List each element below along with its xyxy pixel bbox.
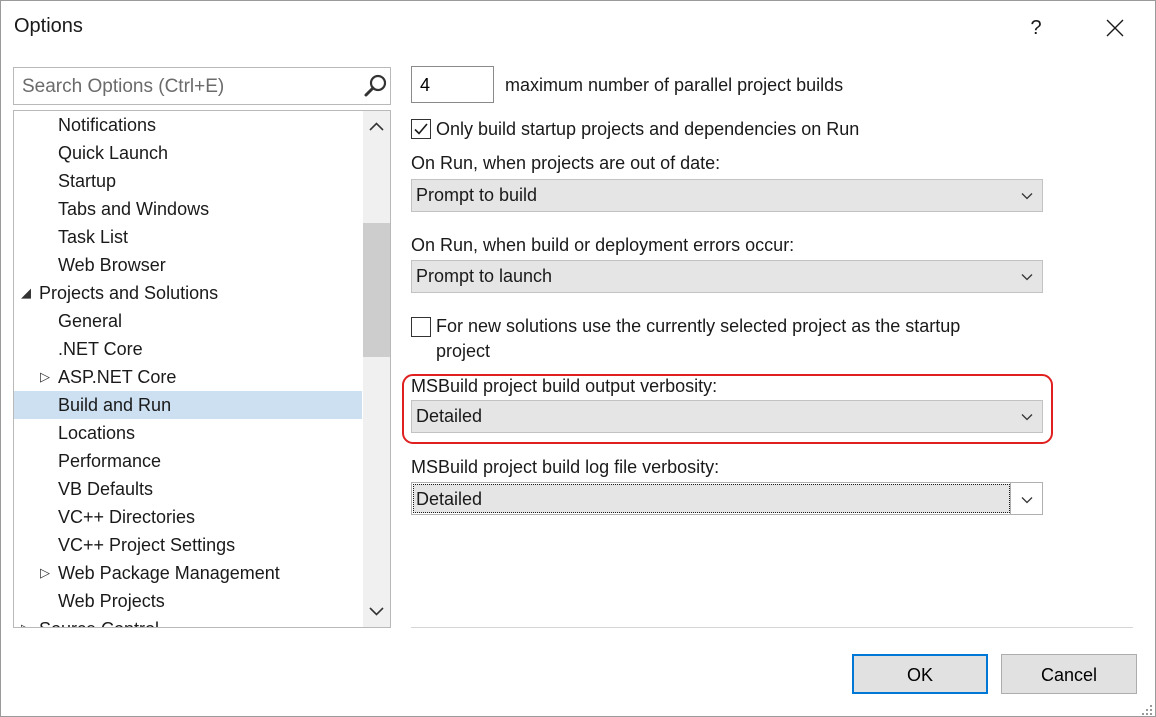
tree-item-label: Notifications: [58, 115, 157, 135]
scroll-up-arrow-icon[interactable]: [363, 115, 390, 139]
only-build-startup-label[interactable]: Only build startup projects and dependen…: [436, 119, 859, 140]
tree-item-label: Quick Launch: [58, 143, 169, 163]
help-button[interactable]: ?: [1019, 11, 1053, 45]
tree-item[interactable]: Quick Launch: [14, 139, 362, 167]
tree-item[interactable]: Tabs and Windows: [14, 195, 362, 223]
tree-item-label: Web Projects: [58, 591, 165, 611]
footer-divider: [411, 627, 1133, 628]
search-input[interactable]: [20, 73, 354, 101]
ok-button[interactable]: OK: [852, 654, 988, 694]
parallel-builds-label: maximum number of parallel project build…: [505, 75, 844, 95]
tree-item[interactable]: VB Defaults: [14, 475, 362, 503]
tree-item-label: Web Browser: [58, 255, 166, 275]
tree-item[interactable]: General: [14, 307, 362, 335]
tree-item[interactable]: ▷ ASP.NET Core: [14, 363, 362, 391]
tree-item[interactable]: Web Browser: [14, 251, 362, 279]
expanded-arrow-icon[interactable]: ◢: [21, 279, 31, 307]
search-icon[interactable]: [362, 72, 390, 100]
tree-item[interactable]: Startup: [14, 167, 362, 195]
parallel-builds-input[interactable]: [411, 66, 494, 103]
options-tree[interactable]: Notifications Quick Launch Startup Tabs and…: [13, 110, 391, 628]
title-bar: Options ?: [1, 1, 1155, 55]
tree-item[interactable]: .NET Core: [14, 335, 362, 363]
tree-item[interactable]: VC++ Project Settings: [14, 531, 362, 559]
tree-item-label: VB Defaults: [58, 479, 154, 499]
tree-item[interactable]: Web Projects: [14, 587, 362, 615]
log-verbosity-value: Detailed: [416, 489, 483, 509]
tree-item[interactable]: ▷ Web Package Management: [14, 559, 362, 587]
tree-item-label: ASP.NET Core: [58, 367, 177, 387]
tree-item[interactable]: Build and Run: [14, 391, 362, 419]
chevron-down-icon: [1021, 497, 1033, 504]
errors-label: On Run, when build or deployment errors …: [411, 235, 795, 255]
new-solutions-checkbox[interactable]: [411, 317, 431, 337]
tree-item[interactable]: ◢ Projects and Solutions: [14, 279, 362, 307]
tree-item-label: Locations: [58, 423, 136, 443]
tree-item[interactable]: Task List: [14, 223, 362, 251]
tree-item-label: Performance: [58, 451, 162, 471]
out-of-date-label: On Run, when projects are out of date:: [411, 153, 721, 173]
tree-item-label: Source Control: [39, 615, 159, 627]
focus-rect: [413, 484, 1010, 513]
tree-item[interactable]: ▷ Source Control: [14, 615, 362, 627]
dropdown-separator: [1010, 483, 1011, 514]
chevron-down-icon: [1021, 274, 1033, 281]
new-solutions-label-line2[interactable]: project: [436, 341, 490, 362]
tree-item[interactable]: Locations: [14, 419, 362, 447]
collapsed-arrow-icon[interactable]: ▷: [40, 363, 50, 391]
scroll-down-arrow-icon[interactable]: [363, 599, 390, 623]
resize-grip-icon[interactable]: [1141, 704, 1153, 716]
chevron-down-icon: [1021, 193, 1033, 200]
close-button[interactable]: [1097, 11, 1133, 45]
dialog-title: Options: [14, 15, 83, 37]
tree-item-label: Web Package Management: [58, 563, 280, 583]
tree-item-label: Tabs and Windows: [58, 199, 210, 219]
scrollbar-thumb[interactable]: [363, 223, 390, 357]
tree-item[interactable]: VC++ Directories: [14, 503, 362, 531]
tree-item-label: VC++ Project Settings: [58, 535, 236, 555]
collapsed-arrow-icon[interactable]: ▷: [40, 559, 50, 587]
out-of-date-dropdown[interactable]: Prompt to build: [411, 179, 1043, 212]
tree-item-label: Task List: [58, 227, 129, 247]
tree-item-label: .NET Core: [58, 339, 143, 359]
log-verbosity-dropdown[interactable]: Detailed: [411, 482, 1043, 515]
tree-item-label: General: [58, 311, 123, 331]
collapsed-arrow-icon[interactable]: ▷: [21, 615, 31, 627]
tree-scrollbar[interactable]: [363, 111, 390, 627]
tree-item[interactable]: Notifications: [14, 111, 362, 139]
tree-item-label: Build and Run: [58, 395, 172, 415]
tree-item-label: Projects and Solutions: [39, 283, 219, 303]
tree-item[interactable]: Performance: [14, 447, 362, 475]
tree-item-label: Startup: [58, 171, 117, 191]
errors-dropdown[interactable]: Prompt to launch: [411, 260, 1043, 293]
search-box[interactable]: [13, 67, 391, 105]
only-build-startup-checkbox[interactable]: [411, 119, 431, 139]
cancel-button[interactable]: Cancel: [1001, 654, 1137, 694]
errors-value: Prompt to launch: [416, 266, 553, 286]
highlight-outline: [402, 374, 1053, 444]
out-of-date-value: Prompt to build: [416, 185, 538, 205]
checkmark-icon: [414, 123, 428, 135]
close-icon: [1106, 19, 1124, 37]
log-verbosity-label: MSBuild project build log file verbosity…: [411, 457, 720, 477]
tree-item-label: VC++ Directories: [58, 507, 196, 527]
new-solutions-label-line1[interactable]: For new solutions use the currently sele…: [436, 316, 960, 337]
options-dialog: Options ? Notifications Quick Launch Start…: [0, 0, 1156, 717]
parallel-builds-field[interactable]: [418, 72, 482, 98]
